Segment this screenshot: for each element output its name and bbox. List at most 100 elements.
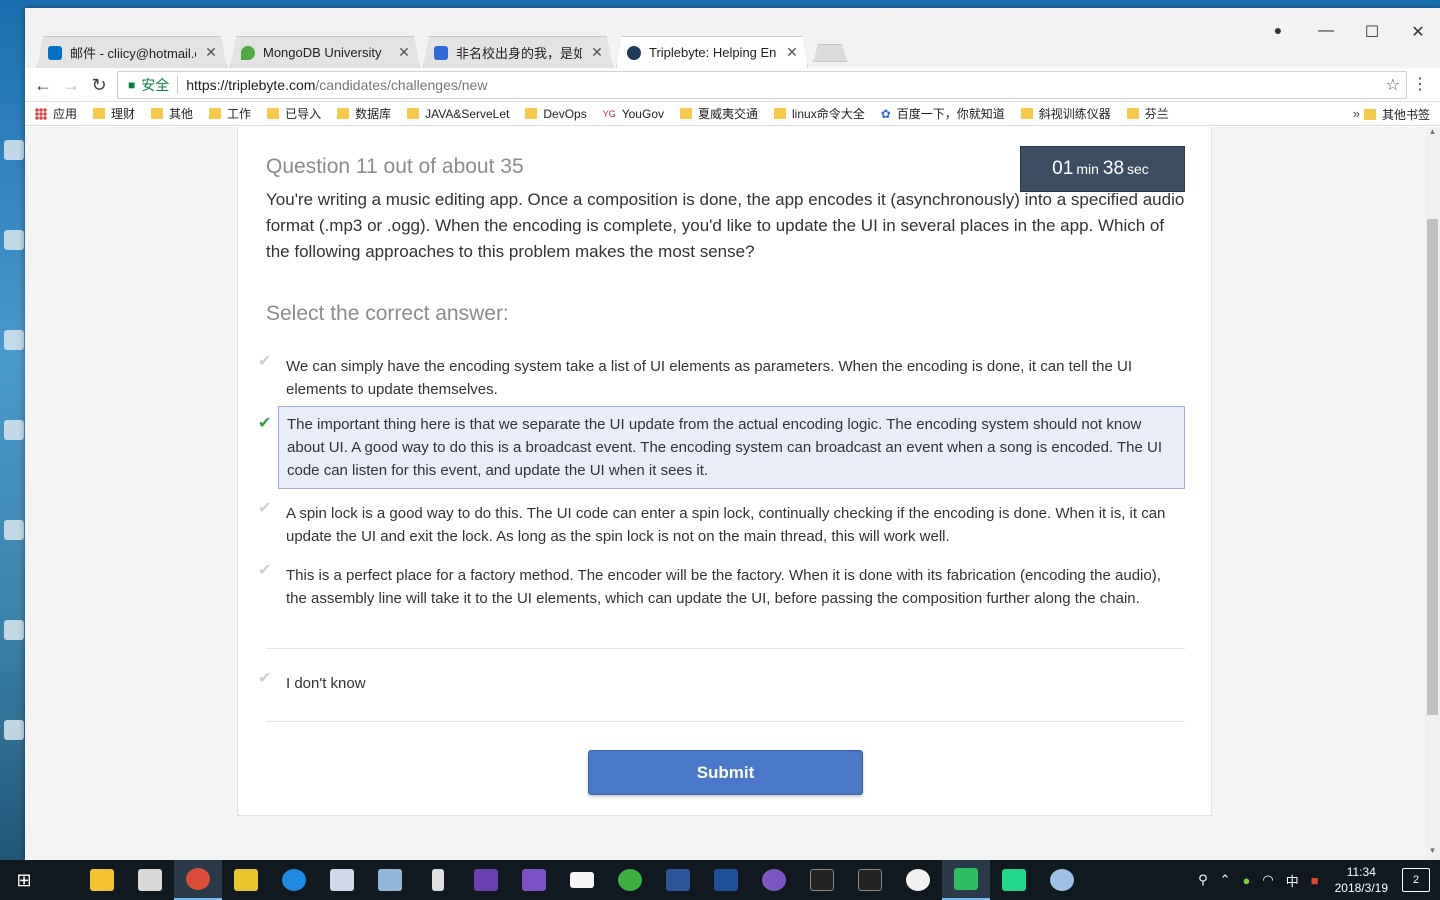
green-app-icon[interactable] xyxy=(606,860,654,900)
bookmark-folder[interactable]: linux命令大全 xyxy=(774,105,865,122)
visual-studio-code-icon[interactable] xyxy=(462,860,510,900)
bookmark-folder[interactable]: 已导入 xyxy=(267,105,321,122)
paint-icon[interactable] xyxy=(1038,860,1086,900)
bookmark-apps[interactable]: 应用 xyxy=(35,105,77,122)
github-desktop-icon[interactable] xyxy=(750,860,798,900)
close-tab-icon[interactable]: ✕ xyxy=(785,44,799,61)
separator xyxy=(177,76,179,94)
tray-app-icon[interactable]: ● xyxy=(1243,873,1251,888)
divider xyxy=(266,648,1185,649)
desktop-shortcut-icon[interactable] xyxy=(4,230,24,250)
folder-icon xyxy=(407,108,420,119)
bookmark-folder[interactable]: 其他 xyxy=(151,105,193,122)
terminal-icon[interactable] xyxy=(846,860,894,900)
desktop-shortcut-icon[interactable] xyxy=(4,520,24,540)
bookmark-label: JAVA&ServeLet xyxy=(425,106,510,121)
sogou-icon[interactable]: ■ xyxy=(1311,873,1319,888)
reload-button[interactable]: ↻ xyxy=(87,73,111,97)
tab-triplebyte[interactable]: Triplebyte: Helping Eng ✕ xyxy=(616,36,808,68)
bookmark-folder[interactable]: 数据库 xyxy=(337,105,391,122)
close-tab-icon[interactable]: ✕ xyxy=(204,44,218,61)
word-icon[interactable] xyxy=(654,860,702,900)
bookmark-folder[interactable]: 斜视训练仪器 xyxy=(1020,105,1111,122)
system-clock[interactable]: 11:34 2018/3/19 xyxy=(1335,864,1388,896)
scroll-down-icon[interactable]: ▼ xyxy=(1425,846,1440,860)
bookmarks-overflow-button[interactable]: » xyxy=(1353,106,1360,121)
answer-text: I don't know xyxy=(286,675,366,692)
mongodb-icon[interactable] xyxy=(894,860,942,900)
microphone-icon[interactable] xyxy=(414,860,462,900)
browser-menu-icon[interactable]: ⋮ xyxy=(1412,74,1428,94)
tab-mail[interactable]: 邮件 - cliicy@hotmail.c ✕ xyxy=(37,36,227,68)
close-window-button[interactable]: ✕ xyxy=(1395,22,1440,42)
folder-icon xyxy=(1363,109,1376,120)
input-method-indicator[interactable]: 中 xyxy=(1286,871,1299,890)
chrome-icon[interactable] xyxy=(174,860,222,900)
address-bar[interactable]: ■ 安全 https://triplebyte.com /candidates/… xyxy=(117,71,1407,99)
pycharm-icon[interactable] xyxy=(990,860,1038,900)
terminal-icon[interactable] xyxy=(798,860,846,900)
action-center-icon[interactable]: 2 xyxy=(1402,868,1430,892)
bookmark-folder[interactable]: 工作 xyxy=(209,105,251,122)
folder-icon xyxy=(680,108,692,119)
visual-studio-icon[interactable] xyxy=(510,860,558,900)
internet-explorer-icon[interactable] xyxy=(270,860,318,900)
bookmark-folder[interactable]: DevOps xyxy=(525,106,587,121)
wifi-icon[interactable]: ◠ xyxy=(1262,872,1273,888)
windows-start-icon[interactable]: ⊞ xyxy=(0,860,48,900)
people-icon[interactable]: ⚲ xyxy=(1198,872,1208,888)
tab-mongodb[interactable]: MongoDB University ✕ xyxy=(230,36,420,68)
answer-option-4[interactable]: This is a perfect place for a factory me… xyxy=(278,558,1185,616)
question-card: Question 11 out of about 35 01 min 38 se… xyxy=(237,127,1212,816)
bookmark-folder[interactable]: 理财 xyxy=(93,105,135,122)
bookmark-yougov[interactable]: YG YouGov xyxy=(603,107,664,121)
back-button[interactable]: ← xyxy=(31,73,55,97)
close-tab-icon[interactable]: ✕ xyxy=(397,44,411,61)
calculator-icon[interactable] xyxy=(126,860,174,900)
maximize-button[interactable]: ☐ xyxy=(1349,22,1395,42)
submit-button[interactable]: Submit xyxy=(588,750,863,795)
forward-button[interactable]: → xyxy=(59,73,83,97)
desktop-shortcut-icon[interactable] xyxy=(4,330,24,350)
document-app-icon[interactable] xyxy=(318,860,366,900)
timer-minutes: 01 xyxy=(1052,158,1074,179)
evernote-icon[interactable] xyxy=(942,860,990,900)
bookmark-folder[interactable]: 芬兰 xyxy=(1126,105,1169,122)
scroll-up-icon[interactable]: ▲ xyxy=(1425,127,1440,141)
answer-text: This is a perfect place for a factory me… xyxy=(286,567,1161,607)
desktop-shortcut-icon[interactable] xyxy=(4,720,24,740)
answer-option-2[interactable]: The important thing here is that we sepa… xyxy=(278,406,1185,489)
minimize-button[interactable]: — xyxy=(1303,22,1349,40)
desktop-icons xyxy=(0,40,26,860)
folder-icon xyxy=(525,108,538,119)
mail-icon[interactable] xyxy=(558,860,606,900)
notes-app-icon[interactable] xyxy=(366,860,414,900)
answer-option-1[interactable]: We can simply have the encoding system t… xyxy=(278,349,1185,407)
tab-strip: 邮件 - cliicy@hotmail.c ✕ MongoDB Universi… xyxy=(25,8,1440,68)
clock-date: 2018/3/19 xyxy=(1334,881,1388,895)
app-51-icon[interactable] xyxy=(222,860,270,900)
bookmark-star-icon[interactable]: ☆ xyxy=(1386,75,1400,95)
desktop-shortcut-icon[interactable] xyxy=(4,620,24,640)
close-tab-icon[interactable]: ✕ xyxy=(590,44,604,61)
new-tab-button[interactable] xyxy=(813,44,847,62)
page-scrollbar[interactable]: ▲ ▼ xyxy=(1425,127,1440,860)
scroll-thumb[interactable] xyxy=(1427,219,1438,715)
file-explorer-icon[interactable] xyxy=(78,860,126,900)
bookmark-folder[interactable]: JAVA&ServeLet xyxy=(407,107,509,121)
desktop-shortcut-icon[interactable] xyxy=(4,420,24,440)
tab-article[interactable]: 非名校出身的我，是如何 ✕ xyxy=(423,36,613,68)
bookmark-folder[interactable]: 夏威夷交通 xyxy=(680,105,758,122)
lock-icon: ■ xyxy=(128,78,136,92)
bookmark-label: DevOps xyxy=(543,106,587,121)
countdown-timer: 01 min 38 sec xyxy=(1020,146,1185,192)
other-bookmarks[interactable]: 其他书签 xyxy=(1363,106,1430,123)
user-account-icon[interactable]: ● xyxy=(1255,22,1301,38)
bookmark-baidu[interactable]: ✿ 百度一下，你就知道 xyxy=(881,105,1005,122)
desktop-shortcut-icon[interactable] xyxy=(4,140,24,160)
bookmark-label: 其他书签 xyxy=(1381,108,1430,122)
answer-option-dont-know[interactable]: I don't know xyxy=(278,666,1185,701)
answer-option-3[interactable]: A spin lock is a good way to do this. Th… xyxy=(278,496,1185,554)
show-hidden-icons[interactable]: ⌃ xyxy=(1220,872,1231,888)
powershell-icon[interactable] xyxy=(702,860,750,900)
